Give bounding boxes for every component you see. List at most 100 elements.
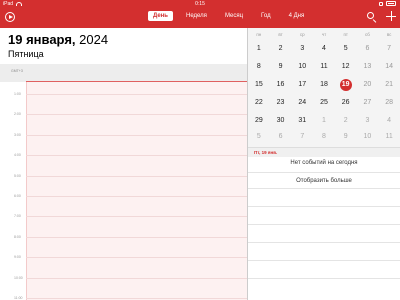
calendar-day[interactable]: 3: [357, 115, 379, 127]
hour-row: 2:00: [0, 112, 247, 116]
year-label: 2024: [75, 32, 109, 47]
tab-year[interactable]: Год: [256, 11, 276, 21]
hour-gridline: [26, 196, 247, 197]
calendar-day[interactable]: 12: [335, 61, 357, 73]
tab-week[interactable]: Неделя: [181, 11, 212, 21]
divider: [248, 224, 400, 225]
calendar-day[interactable]: 26: [335, 97, 357, 109]
calendar-day[interactable]: 20: [357, 79, 379, 91]
tab-day[interactable]: День: [148, 11, 173, 21]
calendar-day[interactable]: 4: [378, 115, 400, 127]
no-events-text: Нет событий на сегодня: [290, 160, 358, 166]
calendar-day[interactable]: 8: [248, 61, 270, 73]
calendar-day[interactable]: 2: [270, 43, 292, 55]
calendar-day[interactable]: 18: [313, 79, 335, 91]
calendar-day[interactable]: 1: [248, 43, 270, 55]
divider: [248, 260, 400, 261]
hour-label: 8:00: [14, 234, 21, 239]
page-title: 19 января, 2024: [8, 32, 108, 47]
selected-day-label: Пт, 19 янв.: [254, 150, 278, 155]
calendar-day[interactable]: 11: [378, 131, 400, 143]
tab-month[interactable]: Месяц: [220, 11, 248, 21]
calendar-day[interactable]: 23: [270, 97, 292, 109]
hour-label: 6:00: [14, 194, 21, 198]
status-right: [379, 1, 396, 6]
calendar-day[interactable]: 7: [378, 43, 400, 55]
hour-gridline: [26, 216, 247, 218]
calendar-day[interactable]: 5: [248, 131, 270, 143]
divider: [248, 278, 400, 279]
calendar-day[interactable]: 16: [270, 79, 292, 91]
show-more-button[interactable]: Отобразить больше: [248, 178, 400, 184]
mini-calendar: пн вт ср чт пт сб вс 1 2 3 4 5 6 7 8 9 10 11 12 13 14 15 16 17…: [248, 28, 400, 147]
tab-4-days[interactable]: 4 Дня: [284, 11, 310, 21]
calendar-day[interactable]: 17: [291, 79, 313, 91]
day-timeline[interactable]: GMT+3 1:00 2:00 3:00 4:00 5:00 6:00 7:00 8:00 9:…: [0, 64, 247, 300]
hour-row: 10:00: [0, 275, 247, 280]
hour-row: 8:00: [0, 234, 247, 239]
calendar-day[interactable]: 6: [357, 43, 379, 55]
divider: [248, 172, 400, 173]
hour-label: 7:00: [14, 214, 21, 219]
days-grid: 1 2 3 4 5 6 7 8 9 10 11 12 13 14 15 16 17 18 19 20 21 22 23 24 2…: [248, 28, 400, 147]
calendar-day[interactable]: 1: [313, 115, 335, 127]
calendar-day[interactable]: 9: [270, 61, 292, 73]
calendar-day[interactable]: 2: [335, 115, 357, 127]
hour-label: 1:00: [14, 92, 21, 96]
divider: [248, 206, 400, 207]
calendar-day[interactable]: 25: [313, 97, 335, 109]
hour-row: 7:00: [0, 214, 247, 219]
hour-label: 5:00: [14, 173, 21, 178]
hour-gridline: [26, 114, 247, 116]
calendar-day[interactable]: 3: [291, 43, 313, 55]
calendar-day[interactable]: 22: [248, 97, 270, 109]
calendar-day[interactable]: 30: [270, 115, 292, 127]
play-icon[interactable]: [5, 12, 15, 22]
calendar-day[interactable]: 28: [378, 97, 400, 109]
calendar-day[interactable]: 15: [248, 79, 270, 91]
hour-gridline: [26, 175, 247, 177]
hour-gridline: [26, 155, 247, 157]
status-bar: iPad 0:15: [0, 0, 400, 8]
calendar-day[interactable]: 31: [291, 115, 313, 127]
divider: [248, 188, 400, 189]
hour-row: 4:00: [0, 153, 247, 158]
add-icon[interactable]: [386, 11, 396, 21]
calendar-day[interactable]: 7: [291, 131, 313, 143]
all-day-row[interactable]: GMT+3: [0, 64, 247, 82]
calendar-day[interactable]: 5: [335, 43, 357, 55]
calendar-day[interactable]: 4: [313, 43, 335, 55]
weekday-label: Пятница: [8, 49, 44, 59]
calendar-day[interactable]: 29: [248, 115, 270, 127]
search-icon[interactable]: [367, 12, 376, 23]
calendar-day[interactable]: 11: [313, 61, 335, 73]
hour-gridline: [26, 134, 247, 136]
calendar-day[interactable]: 8: [313, 131, 335, 143]
rotation-lock-icon: [379, 1, 383, 6]
calendar-day[interactable]: 9: [335, 131, 357, 143]
hour-gridline: [26, 236, 247, 238]
hour-label: 10:00: [14, 275, 23, 280]
calendar-day[interactable]: 13: [357, 61, 379, 73]
calendar-day[interactable]: 10: [357, 131, 379, 143]
calendar-day[interactable]: 10: [291, 61, 313, 73]
hour-label: 4:00: [14, 153, 21, 158]
calendar-day[interactable]: 6: [270, 131, 292, 143]
hour-row: 6:00: [0, 194, 247, 198]
calendar-day[interactable]: 19: [335, 79, 357, 91]
hour-gridline: [26, 94, 247, 95]
hour-label: 11:00: [14, 296, 23, 300]
calendar-day[interactable]: 21: [378, 79, 400, 91]
top-toolbar: iPad 0:15 День Неделя Месяц Год 4 Дня: [0, 0, 400, 28]
selected-day-header: Пт, 19 янв.: [248, 147, 400, 157]
hour-label: 9:00: [14, 255, 21, 260]
calendar-day[interactable]: 27: [357, 97, 379, 109]
right-pane: пн вт ср чт пт сб вс 1 2 3 4 5 6 7 8 9 10 11 12 13 14 15 16 17…: [248, 28, 400, 300]
current-time-line: [26, 81, 247, 82]
calendar-day[interactable]: 14: [378, 61, 400, 73]
calendar-day[interactable]: 24: [291, 97, 313, 109]
battery-icon: [386, 1, 396, 6]
hour-row: 1:00: [0, 92, 247, 96]
hour-row: 5:00: [0, 173, 247, 178]
hour-gridline: [26, 298, 247, 299]
